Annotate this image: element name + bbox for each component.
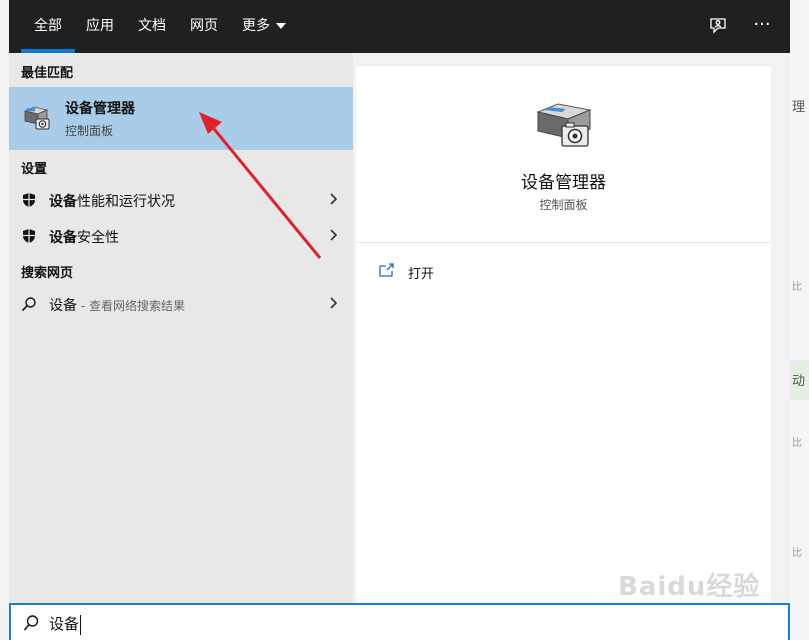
chevron-right-icon[interactable]: [329, 295, 339, 311]
tab-more[interactable]: 更多: [242, 0, 286, 53]
result-detail-pane: 设备管理器 控制面板 打开: [356, 66, 771, 603]
detail-subtitle: 控制面板: [539, 198, 588, 212]
more-options-icon[interactable]: ···: [750, 14, 774, 38]
more-options-glyph: ···: [753, 14, 771, 35]
web-search-query: 设备: [49, 298, 77, 314]
search-icon: [21, 296, 37, 312]
background-window: 理 比 动 比 比: [790, 0, 809, 640]
tab-label: 全部: [34, 18, 62, 34]
chevron-right-icon[interactable]: [329, 227, 339, 243]
search-tabs-bar: 全部 应用 文档 网页 更多 ···: [9, 0, 790, 53]
search-box[interactable]: 设备: [9, 603, 790, 640]
settings-item-label: 设备性能和运行状况: [49, 191, 175, 211]
web-search-header: 搜索网页: [21, 266, 74, 281]
chevron-down-icon: [276, 23, 286, 29]
search-icon: [23, 614, 39, 632]
text-cursor: [80, 614, 82, 635]
results-list: 最佳匹配 设备管理器 控制面板 设置 设备性能和运行状况 设备安全性 搜索网页 …: [9, 53, 353, 603]
settings-header: 设置: [21, 162, 48, 177]
device-manager-icon: [21, 102, 53, 134]
background-text: 动: [792, 374, 806, 389]
best-match-result[interactable]: 设备管理器 控制面板: [9, 87, 353, 150]
tab-label: 应用: [86, 18, 114, 34]
settings-item-bold: 设备: [49, 230, 77, 246]
background-text: 理: [792, 100, 806, 115]
open-icon: [378, 262, 396, 278]
feedback-icon[interactable]: [706, 14, 730, 38]
best-match-header: 最佳匹配: [21, 66, 74, 81]
search-input-value: 设备: [49, 615, 80, 633]
divider: [356, 242, 771, 243]
settings-item-rest: 性能和运行状况: [77, 194, 175, 210]
tab-web[interactable]: 网页: [190, 0, 218, 53]
background-text: 比: [792, 282, 802, 293]
open-action-label: 打开: [408, 267, 435, 282]
settings-item-bold: 设备: [49, 194, 77, 210]
tab-apps[interactable]: 应用: [86, 0, 114, 53]
background-text: 比: [792, 548, 802, 559]
settings-item-device-health[interactable]: 设备性能和运行状况: [9, 182, 353, 218]
best-match-title: 设备管理器: [65, 101, 135, 117]
tab-label: 更多: [242, 18, 270, 34]
tab-label: 网页: [190, 18, 218, 34]
settings-item-device-security[interactable]: 设备安全性: [9, 218, 353, 254]
tab-documents[interactable]: 文档: [138, 0, 166, 53]
chevron-right-icon[interactable]: [329, 191, 339, 207]
window-edge: [0, 0, 9, 640]
settings-item-rest: 安全性: [77, 230, 119, 246]
tab-label: 文档: [138, 18, 166, 34]
shield-icon: [21, 228, 37, 244]
settings-item-label: 设备安全性: [49, 227, 119, 247]
web-search-label: 设备 - 查看网络搜索结果: [49, 295, 185, 315]
search-input[interactable]: 设备: [49, 613, 82, 635]
best-match-subtitle: 控制面板: [65, 124, 114, 138]
shield-icon: [21, 192, 37, 208]
detail-title: 设备管理器: [521, 173, 606, 193]
web-search-hint: - 查看网络搜索结果: [77, 299, 185, 313]
device-manager-icon: [532, 98, 596, 150]
tab-all[interactable]: 全部: [21, 0, 75, 53]
background-text: 比: [792, 438, 802, 449]
web-search-result[interactable]: 设备 - 查看网络搜索结果: [9, 286, 353, 322]
